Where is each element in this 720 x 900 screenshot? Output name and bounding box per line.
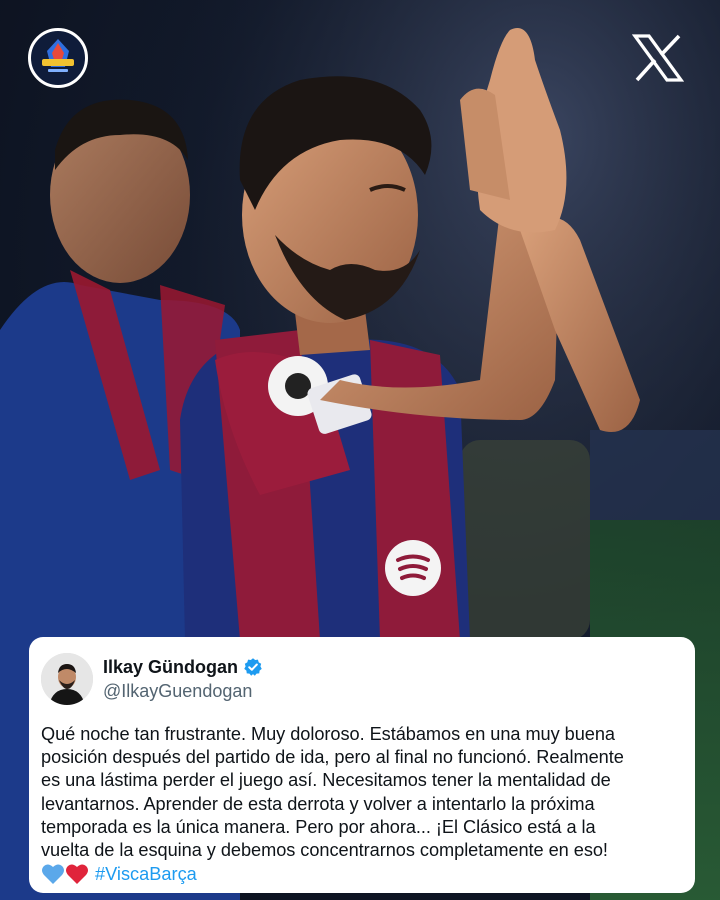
blue-heart-icon <box>42 864 64 885</box>
hashtag-link[interactable]: #ViscaBarça <box>95 864 197 885</box>
verified-badge-icon <box>244 658 262 676</box>
user-block: Ilkay Gündogan @IlkayGuendogan <box>103 657 263 702</box>
avatar[interactable] <box>41 653 93 705</box>
x-logo-icon <box>631 34 685 82</box>
channel-crest-icon <box>32 32 84 84</box>
tweet-header: Ilkay Gündogan @IlkayGuendogan <box>41 651 681 707</box>
display-name[interactable]: Ilkay Gündogan <box>103 657 238 678</box>
avatar-image <box>41 653 93 705</box>
red-heart-icon <box>66 864 88 885</box>
tweet-footer: #ViscaBarça <box>41 863 681 885</box>
x-logo <box>631 34 685 82</box>
user-handle[interactable]: @IlkayGuendogan <box>103 681 263 702</box>
tweet-card: Ilkay Gündogan @IlkayGuendogan Qué noche… <box>29 637 695 893</box>
channel-logo <box>28 28 88 88</box>
name-row: Ilkay Gündogan <box>103 657 263 678</box>
tweet-text: Qué noche tan frustrante. Muy doloroso. … <box>41 724 624 861</box>
